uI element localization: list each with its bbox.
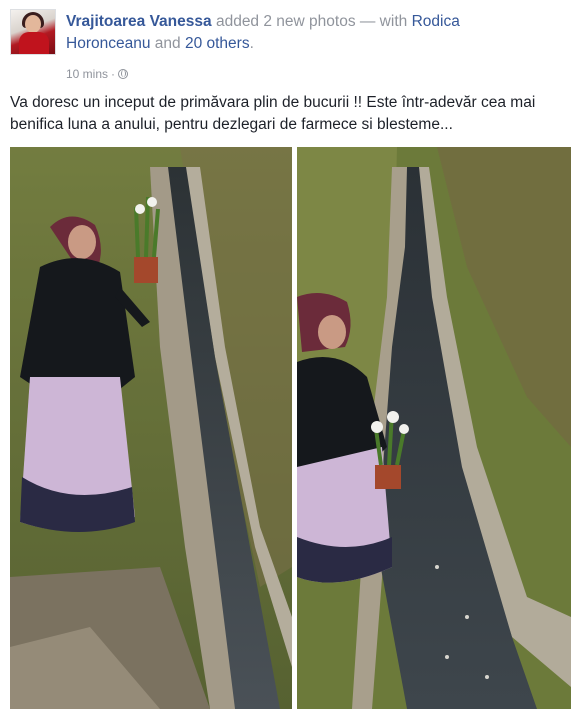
author-avatar[interactable] bbox=[10, 9, 56, 55]
photo-woman-standing-by-stream[interactable] bbox=[10, 147, 292, 709]
post-message: Va doresc un inceput de primăvara plin d… bbox=[10, 94, 536, 133]
post-meta: 10 mins · bbox=[66, 67, 129, 81]
post-action-text: added 2 new photos — with bbox=[215, 13, 408, 30]
post-timestamp[interactable]: 10 mins bbox=[66, 67, 108, 81]
post-headline: Vrajitoarea Vanessa added 2 new photos —… bbox=[66, 11, 536, 55]
post-header: Vrajitoarea Vanessa added 2 new photos —… bbox=[10, 9, 560, 81]
others-link[interactable]: 20 others bbox=[185, 35, 250, 52]
headline-end: . bbox=[249, 35, 254, 52]
globe-icon[interactable] bbox=[118, 69, 129, 79]
photo-woman-crouching-by-stream[interactable] bbox=[297, 147, 571, 709]
author-name-link[interactable]: Vrajitoarea Vanessa bbox=[66, 13, 212, 30]
conjunction-text: and bbox=[154, 35, 181, 52]
meta-separator: · bbox=[111, 67, 116, 81]
